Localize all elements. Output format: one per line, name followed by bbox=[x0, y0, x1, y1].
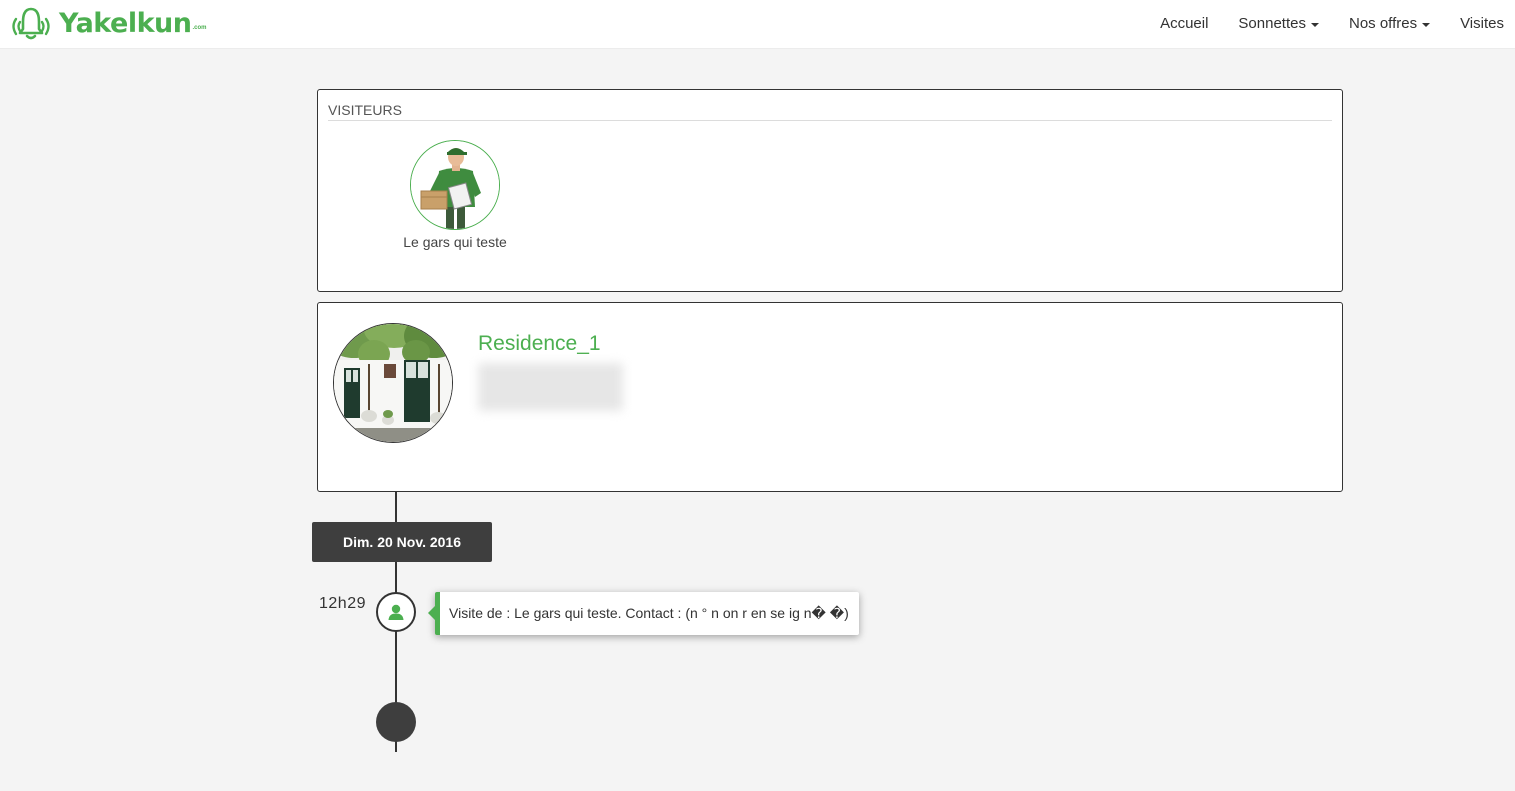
nav-item-label: Visites bbox=[1460, 15, 1504, 32]
navbar: Yakelkun .com Accueil Sonnettes Nos offr… bbox=[0, 0, 1515, 49]
nav-item-label: Sonnettes bbox=[1238, 15, 1306, 32]
user-icon bbox=[388, 604, 404, 620]
delivery-man-photo bbox=[411, 141, 499, 229]
visitor-avatar[interactable] bbox=[410, 140, 500, 230]
nav-item-visites[interactable]: Visites bbox=[1445, 0, 1515, 48]
residence-photo bbox=[333, 323, 453, 443]
residence-name[interactable]: Residence_1 bbox=[478, 332, 601, 356]
main-nav: Accueil Sonnettes Nos offres Visites bbox=[1145, 0, 1515, 48]
timeline-end-marker bbox=[376, 702, 416, 742]
nav-item-nos-offres[interactable]: Nos offres bbox=[1334, 0, 1445, 48]
caret-down-icon bbox=[1422, 23, 1431, 27]
event-time: 12h29 bbox=[319, 595, 366, 612]
caret-down-icon bbox=[1310, 23, 1319, 27]
nav-item-sonnettes[interactable]: Sonnettes bbox=[1223, 0, 1334, 48]
nav-item-accueil[interactable]: Accueil bbox=[1145, 0, 1223, 48]
visitors-heading: VISITEURS bbox=[328, 102, 1332, 121]
brand-tld: .com bbox=[192, 25, 207, 31]
house-facade-photo bbox=[334, 324, 452, 442]
residence-address-redacted bbox=[478, 363, 623, 411]
brand-name: Yakelkun bbox=[59, 8, 192, 39]
event-marker bbox=[376, 592, 416, 632]
brand-logo[interactable]: Yakelkun .com bbox=[8, 6, 207, 42]
nav-item-label: Accueil bbox=[1160, 15, 1209, 32]
visitor-card[interactable]: Le gars qui teste bbox=[400, 140, 510, 250]
residence-panel: Residence_1 bbox=[317, 302, 1343, 492]
timeline-date-badge: Dim. 20 Nov. 2016 bbox=[312, 522, 492, 562]
nav-item-label: Nos offres bbox=[1348, 15, 1418, 32]
visitors-panel: VISITEURS Le gars qui teste bbox=[317, 89, 1343, 292]
visitor-name: Le gars qui teste bbox=[403, 234, 507, 250]
bell-icon bbox=[12, 7, 50, 40]
event-card[interactable]: Visite de : Le gars qui teste. Contact :… bbox=[428, 592, 859, 635]
